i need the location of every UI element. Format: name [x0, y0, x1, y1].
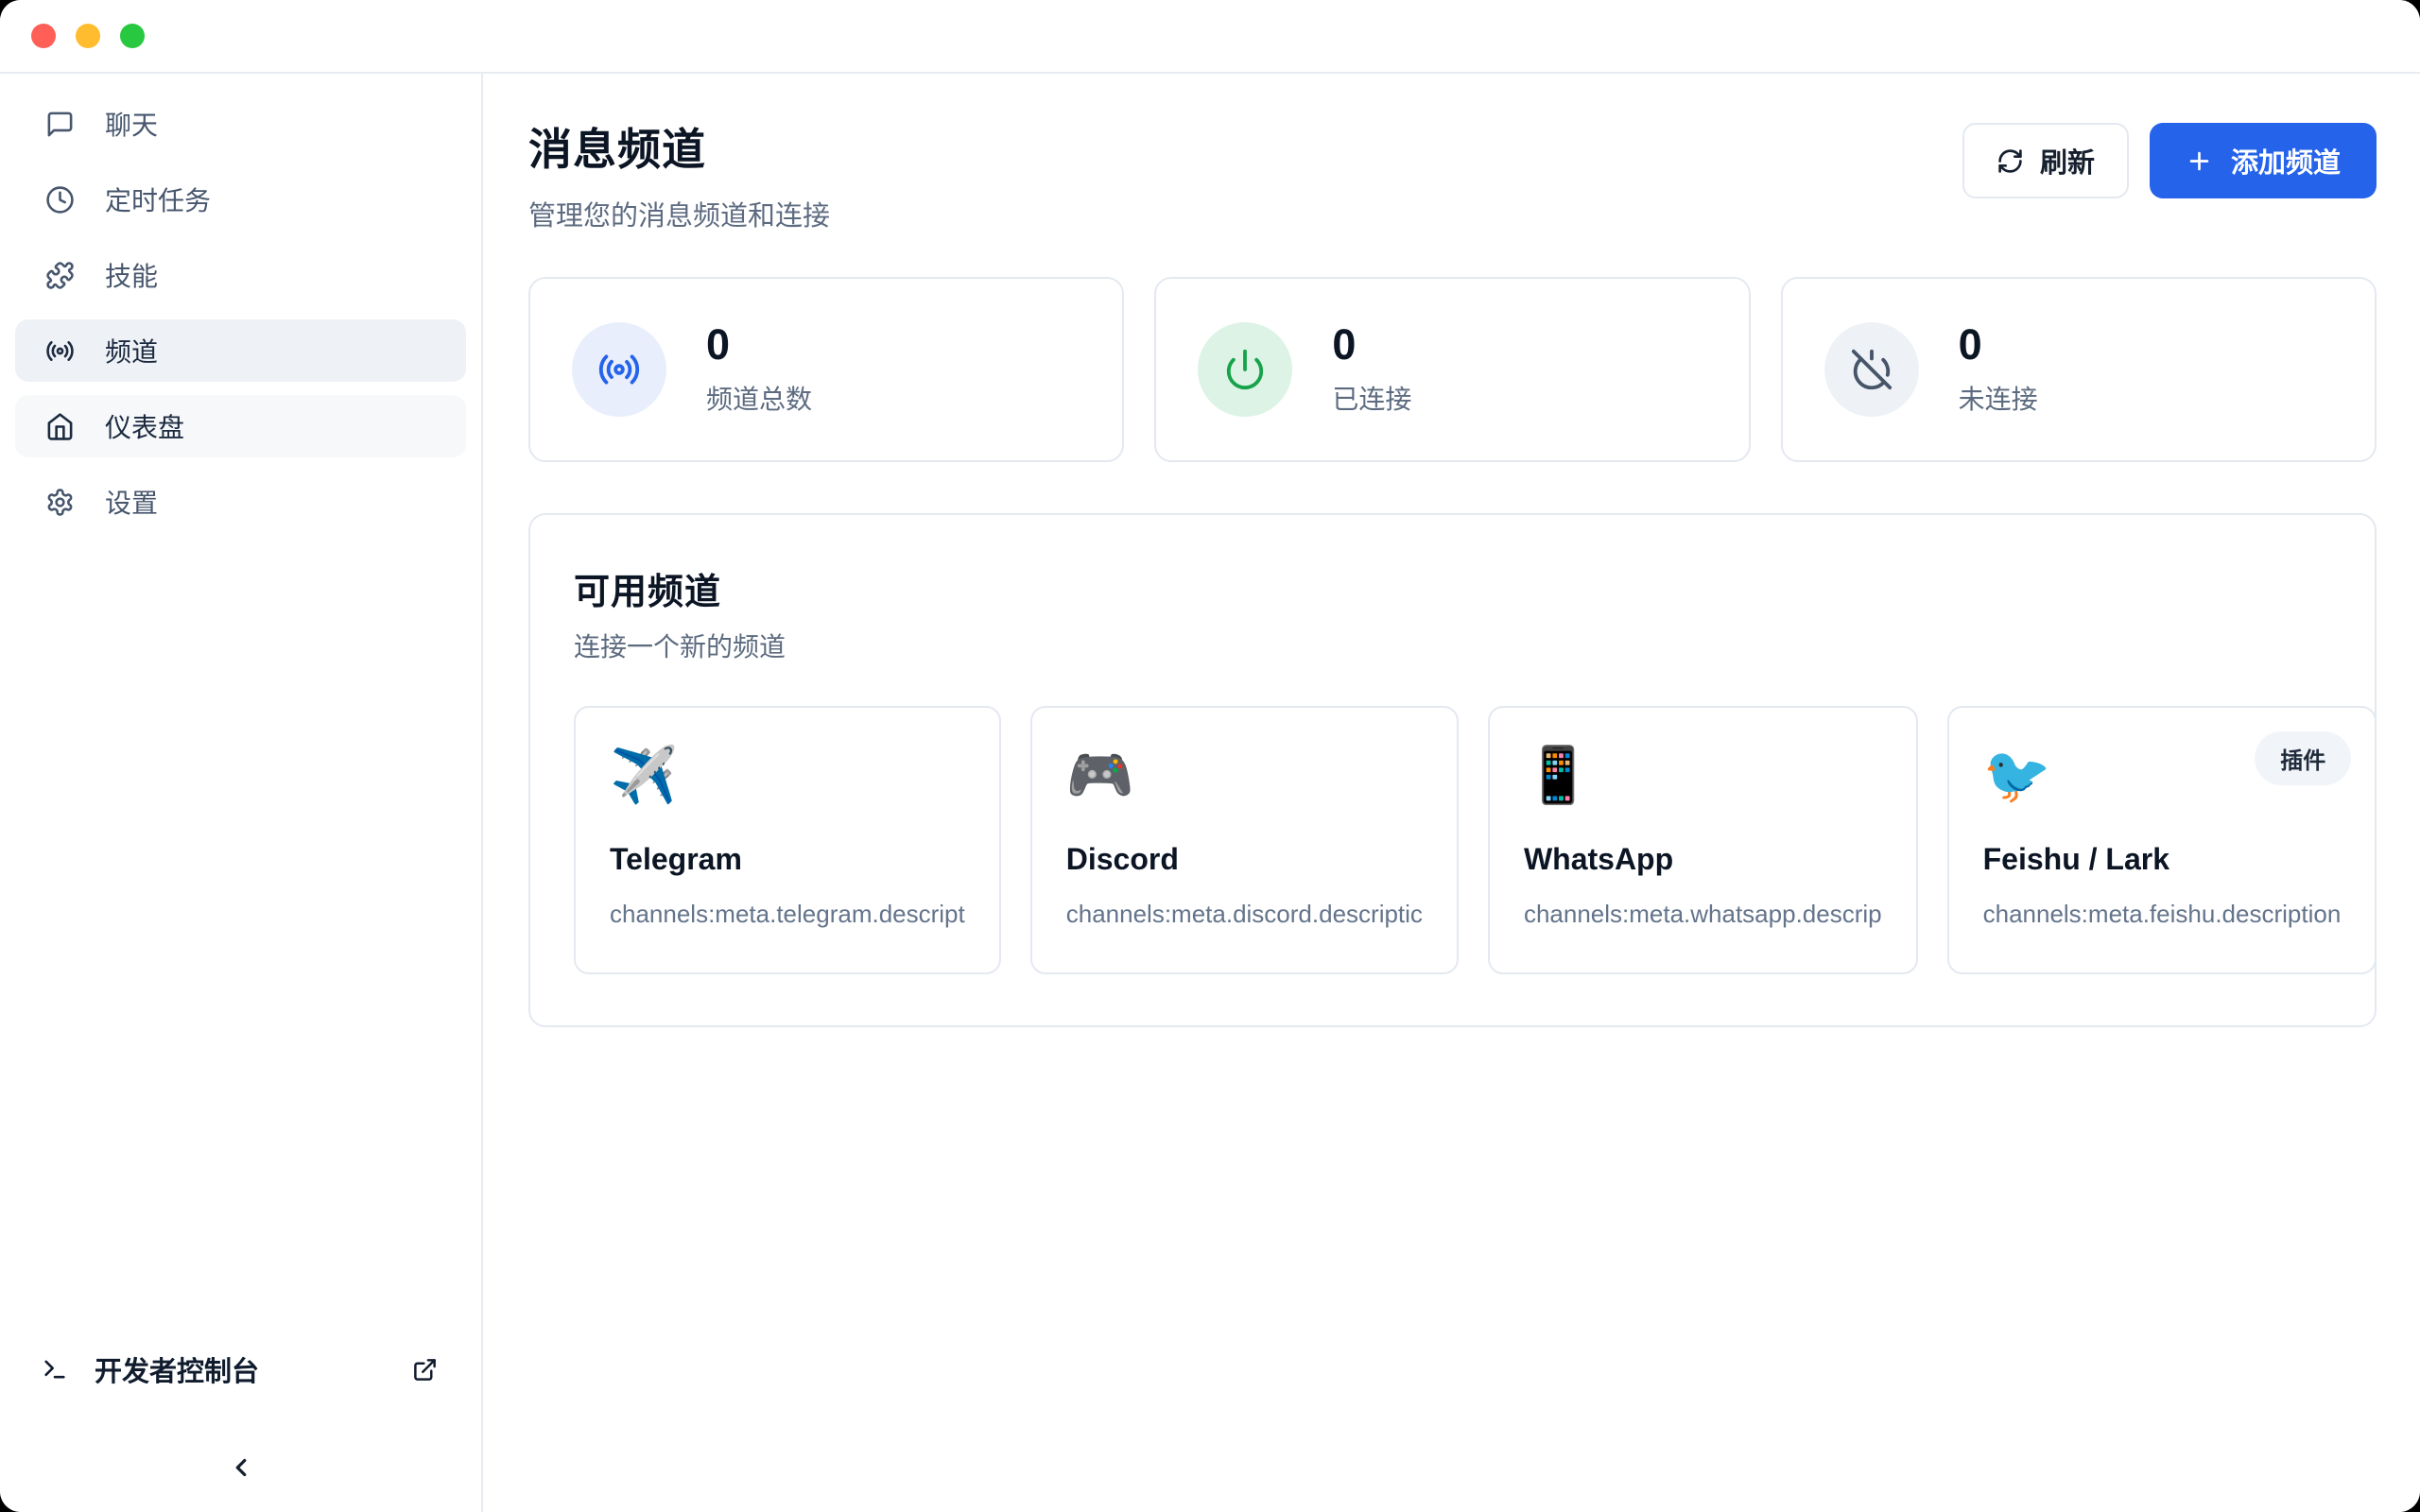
channel-description: channels:meta.feishu.description — [1983, 900, 2342, 929]
total-channels-icon-circle — [572, 322, 666, 417]
developer-console-link[interactable]: 开发者控制台 — [15, 1349, 466, 1389]
sidebar-item-channels[interactable]: 频道 — [15, 319, 466, 382]
available-channels-panel: 可用频道 连接一个新的频道 ✈️ Telegram channels:meta.… — [528, 513, 2377, 1027]
stat-value: 0 — [1332, 323, 1411, 366]
channel-description: channels:meta.telegram.descript — [610, 900, 965, 929]
stat-value: 0 — [1959, 323, 2038, 366]
app-window: 聊天 定时任务 技能 频道 仪表盘 设置 — [0, 0, 2420, 1512]
add-channel-button[interactable]: 添加频道 — [2150, 123, 2377, 198]
radio-icon — [45, 336, 75, 366]
channel-name: WhatsApp — [1524, 842, 1882, 877]
refresh-icon — [1996, 147, 2024, 175]
stat-card-connected: 0 已连接 — [1154, 277, 1750, 462]
sidebar-collapse-button[interactable] — [221, 1448, 261, 1487]
disconnected-icon-circle — [1824, 322, 1919, 417]
traffic-lights — [31, 24, 145, 48]
main-content: 消息频道 管理您的消息频道和连接 刷新 添加频道 — [483, 74, 2420, 1512]
channel-cards-row: ✈️ Telegram channels:meta.telegram.descr… — [574, 706, 2331, 974]
telegram-emoji-icon: ✈️ — [610, 746, 965, 806]
stat-label: 频道总数 — [706, 379, 812, 417]
stats-row: 0 频道总数 0 已连接 — [528, 277, 2377, 462]
sidebar-item-scheduled-tasks[interactable]: 定时任务 — [15, 168, 466, 231]
close-button[interactable] — [31, 24, 56, 48]
sidebar-item-label: 仪表盘 — [105, 407, 184, 445]
sidebar-item-label: 聊天 — [105, 105, 158, 143]
sidebar-item-chat[interactable]: 聊天 — [15, 93, 466, 155]
power-off-icon — [1850, 348, 1893, 391]
sidebar-footer: 开发者控制台 — [15, 1349, 466, 1487]
sidebar-item-label: 频道 — [105, 332, 158, 369]
channel-description: channels:meta.whatsapp.descrip — [1524, 900, 1882, 929]
channel-card-discord[interactable]: 🎮 Discord channels:meta.discord.descript… — [1030, 706, 1459, 974]
titlebar — [0, 0, 2420, 74]
panel-subtitle: 连接一个新的频道 — [574, 627, 2331, 664]
gear-icon — [45, 488, 75, 517]
chat-icon — [45, 110, 75, 139]
home-icon — [45, 412, 75, 441]
external-link-icon[interactable] — [412, 1357, 438, 1383]
sidebar-item-label: 设置 — [105, 483, 158, 521]
refresh-button-label: 刷新 — [2040, 141, 2095, 180]
radio-icon — [597, 348, 641, 391]
developer-console-label: 开发者控制台 — [95, 1349, 259, 1389]
puzzle-icon — [45, 261, 75, 290]
stat-label: 已连接 — [1332, 379, 1411, 417]
plus-icon — [2186, 147, 2213, 175]
channel-description: channels:meta.discord.descriptic — [1066, 900, 1423, 929]
sidebar-item-label: 技能 — [105, 256, 158, 294]
clock-icon — [45, 185, 75, 215]
minimize-button[interactable] — [76, 24, 100, 48]
power-icon — [1223, 348, 1267, 391]
channel-card-feishu[interactable]: 插件 🐦 Feishu / Lark channels:meta.feishu.… — [1947, 706, 2377, 974]
channel-name: Feishu / Lark — [1983, 842, 2342, 877]
page-subtitle: 管理您的消息频道和连接 — [528, 194, 830, 233]
sidebar-item-label: 定时任务 — [105, 180, 211, 218]
sidebar-item-settings[interactable]: 设置 — [15, 471, 466, 533]
stat-card-disconnected: 0 未连接 — [1781, 277, 2377, 462]
plugin-badge: 插件 — [2255, 731, 2351, 785]
sidebar-item-skills[interactable]: 技能 — [15, 244, 466, 306]
add-channel-button-label: 添加频道 — [2231, 141, 2341, 180]
panel-title: 可用频道 — [574, 562, 2331, 614]
channel-name: Discord — [1066, 842, 1423, 877]
sidebar-item-dashboard[interactable]: 仪表盘 — [15, 395, 466, 457]
refresh-button[interactable]: 刷新 — [1962, 123, 2129, 198]
zoom-button[interactable] — [120, 24, 145, 48]
stat-label: 未连接 — [1959, 379, 2038, 417]
connected-icon-circle — [1198, 322, 1292, 417]
discord-emoji-icon: 🎮 — [1066, 746, 1423, 806]
page-title: 消息频道 — [528, 115, 830, 178]
stat-card-total-channels: 0 频道总数 — [528, 277, 1124, 462]
channel-card-whatsapp[interactable]: 📱 WhatsApp channels:meta.whatsapp.descri… — [1488, 706, 1918, 974]
whatsapp-emoji-icon: 📱 — [1524, 746, 1882, 806]
sidebar: 聊天 定时任务 技能 频道 仪表盘 设置 — [0, 74, 483, 1512]
channel-card-telegram[interactable]: ✈️ Telegram channels:meta.telegram.descr… — [574, 706, 1001, 974]
stat-value: 0 — [706, 323, 812, 366]
terminal-icon — [42, 1356, 68, 1383]
chevron-left-icon — [227, 1453, 255, 1482]
channel-name: Telegram — [610, 842, 965, 877]
